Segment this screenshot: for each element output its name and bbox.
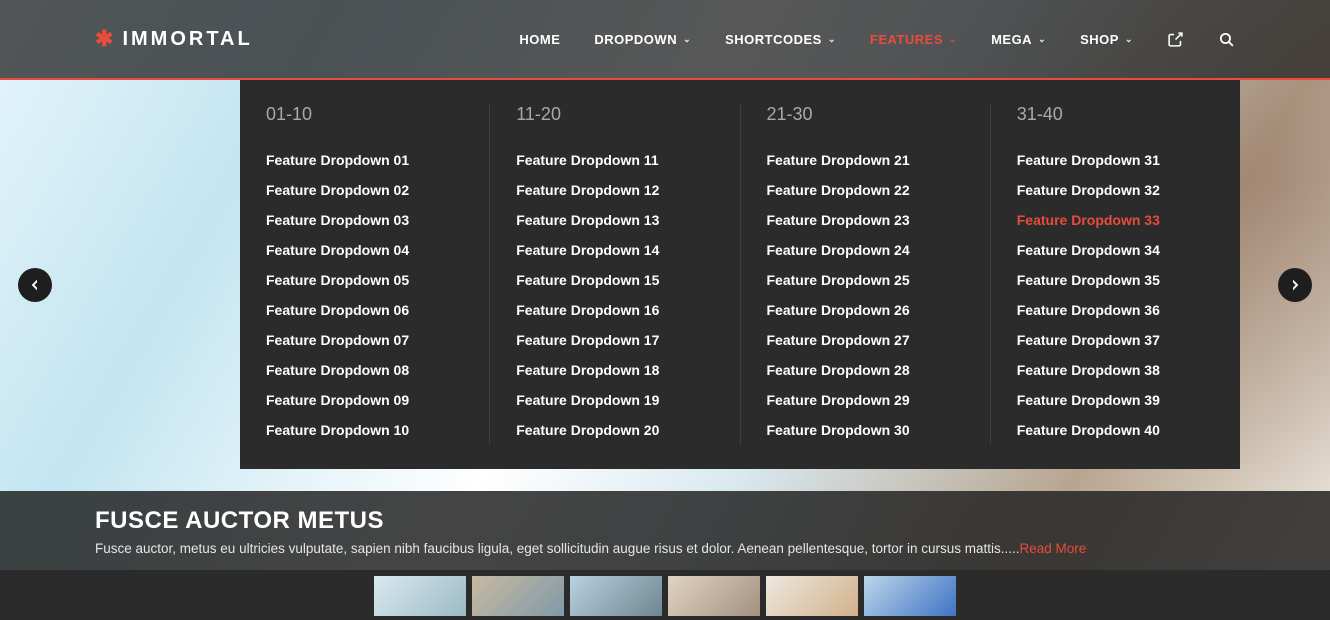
mega-menu-item[interactable]: Feature Dropdown 28 (767, 355, 964, 385)
mega-column-heading: 11-20 (516, 104, 713, 125)
brand-name: IMMORTAL (122, 28, 252, 51)
mega-menu-item[interactable]: Feature Dropdown 39 (1017, 385, 1214, 415)
chevron-down-icon: ⌄ (949, 34, 957, 45)
caption-text: Fusce auctor, metus eu ultricies vulputa… (95, 541, 1235, 556)
mega-menu-item[interactable]: Feature Dropdown 29 (767, 385, 964, 415)
nav-mega[interactable]: MEGA ⌄ (991, 32, 1046, 47)
chevron-down-icon: ⌄ (1038, 34, 1046, 45)
mega-menu-item[interactable]: Feature Dropdown 03 (266, 205, 463, 235)
thumbnail[interactable] (472, 576, 564, 616)
search-icon[interactable] (1218, 31, 1235, 48)
share-icon[interactable] (1167, 31, 1184, 48)
nav-mega-label: MEGA (991, 32, 1032, 47)
carousel-prev-button[interactable] (18, 268, 52, 302)
read-more-link[interactable]: Read More (1020, 541, 1087, 556)
mega-menu-item[interactable]: Feature Dropdown 10 (266, 415, 463, 445)
mega-column: 31-40Feature Dropdown 31Feature Dropdown… (991, 104, 1240, 445)
nav-dropdown-label: DROPDOWN (594, 32, 677, 47)
mega-column: 01-10Feature Dropdown 01Feature Dropdown… (240, 104, 490, 445)
brand-logo[interactable]: ✱ IMMORTAL (95, 26, 253, 52)
thumbnail[interactable] (570, 576, 662, 616)
mega-menu-item[interactable]: Feature Dropdown 40 (1017, 415, 1214, 445)
caption-body: Fusce auctor, metus eu ultricies vulputa… (95, 541, 1020, 556)
chevron-down-icon: ⌄ (828, 34, 836, 45)
mega-menu-item[interactable]: Feature Dropdown 17 (516, 325, 713, 355)
mega-menu-item[interactable]: Feature Dropdown 20 (516, 415, 713, 445)
mega-menu-item[interactable]: Feature Dropdown 01 (266, 145, 463, 175)
mega-menu-item[interactable]: Feature Dropdown 12 (516, 175, 713, 205)
nav-home-label: HOME (519, 32, 560, 47)
chevron-down-icon: ⌄ (1125, 34, 1133, 45)
thumbnail[interactable] (668, 576, 760, 616)
mega-menu-item[interactable]: Feature Dropdown 14 (516, 235, 713, 265)
mega-menu-item[interactable]: Feature Dropdown 05 (266, 265, 463, 295)
nav-shop[interactable]: SHOP ⌄ (1080, 32, 1133, 47)
thumbnail[interactable] (766, 576, 858, 616)
mega-menu-item[interactable]: Feature Dropdown 22 (767, 175, 964, 205)
mega-menu-item[interactable]: Feature Dropdown 02 (266, 175, 463, 205)
mega-column: 11-20Feature Dropdown 11Feature Dropdown… (490, 104, 740, 445)
mega-menu-item[interactable]: Feature Dropdown 38 (1017, 355, 1214, 385)
mega-menu-item[interactable]: Feature Dropdown 18 (516, 355, 713, 385)
mega-menu-item[interactable]: Feature Dropdown 25 (767, 265, 964, 295)
logo-icon: ✱ (95, 26, 116, 52)
slide-thumbnails (0, 570, 1330, 620)
mega-menu-item[interactable]: Feature Dropdown 16 (516, 295, 713, 325)
nav-home[interactable]: HOME (519, 32, 560, 47)
mega-menu-item[interactable]: Feature Dropdown 19 (516, 385, 713, 415)
navbar: ✱ IMMORTAL HOME DROPDOWN ⌄ SHORTCODES ⌄ … (0, 0, 1330, 80)
nav-shop-label: SHOP (1080, 32, 1119, 47)
nav-features-label: FEATURES (870, 32, 943, 47)
mega-menu-item[interactable]: Feature Dropdown 34 (1017, 235, 1214, 265)
mega-menu-item[interactable]: Feature Dropdown 23 (767, 205, 964, 235)
mega-menu-item[interactable]: Feature Dropdown 11 (516, 145, 713, 175)
mega-menu-item[interactable]: Feature Dropdown 13 (516, 205, 713, 235)
mega-menu-item[interactable]: Feature Dropdown 33 (1017, 205, 1214, 235)
mega-menu-item[interactable]: Feature Dropdown 07 (266, 325, 463, 355)
chevron-down-icon: ⌄ (683, 34, 691, 45)
mega-menu-item[interactable]: Feature Dropdown 15 (516, 265, 713, 295)
mega-menu-item[interactable]: Feature Dropdown 24 (767, 235, 964, 265)
mega-menu-item[interactable]: Feature Dropdown 30 (767, 415, 964, 445)
mega-menu-item[interactable]: Feature Dropdown 37 (1017, 325, 1214, 355)
thumbnail[interactable] (374, 576, 466, 616)
mega-menu-item[interactable]: Feature Dropdown 08 (266, 355, 463, 385)
features-mega-menu: 01-10Feature Dropdown 01Feature Dropdown… (240, 80, 1240, 469)
mega-menu-item[interactable]: Feature Dropdown 31 (1017, 145, 1214, 175)
mega-column-heading: 01-10 (266, 104, 463, 125)
nav-links: HOME DROPDOWN ⌄ SHORTCODES ⌄ FEATURES ⌄ … (519, 31, 1235, 48)
mega-menu-item[interactable]: Feature Dropdown 36 (1017, 295, 1214, 325)
mega-menu-item[interactable]: Feature Dropdown 26 (767, 295, 964, 325)
mega-menu-item[interactable]: Feature Dropdown 35 (1017, 265, 1214, 295)
carousel-next-button[interactable] (1278, 268, 1312, 302)
mega-column-heading: 31-40 (1017, 104, 1214, 125)
nav-shortcodes-label: SHORTCODES (725, 32, 822, 47)
mega-menu-item[interactable]: Feature Dropdown 27 (767, 325, 964, 355)
mega-menu-item[interactable]: Feature Dropdown 32 (1017, 175, 1214, 205)
caption-title: FUSCE AUCTOR METUS (95, 507, 1235, 535)
mega-column: 21-30Feature Dropdown 21Feature Dropdown… (741, 104, 991, 445)
nav-shortcodes[interactable]: SHORTCODES ⌄ (725, 32, 836, 47)
nav-features[interactable]: FEATURES ⌄ (870, 32, 957, 47)
nav-dropdown[interactable]: DROPDOWN ⌄ (594, 32, 691, 47)
mega-column-heading: 21-30 (767, 104, 964, 125)
mega-menu-item[interactable]: Feature Dropdown 09 (266, 385, 463, 415)
mega-menu-item[interactable]: Feature Dropdown 04 (266, 235, 463, 265)
mega-menu-item[interactable]: Feature Dropdown 21 (767, 145, 964, 175)
thumbnail[interactable] (864, 576, 956, 616)
slide-caption: FUSCE AUCTOR METUS Fusce auctor, metus e… (0, 491, 1330, 570)
mega-menu-item[interactable]: Feature Dropdown 06 (266, 295, 463, 325)
